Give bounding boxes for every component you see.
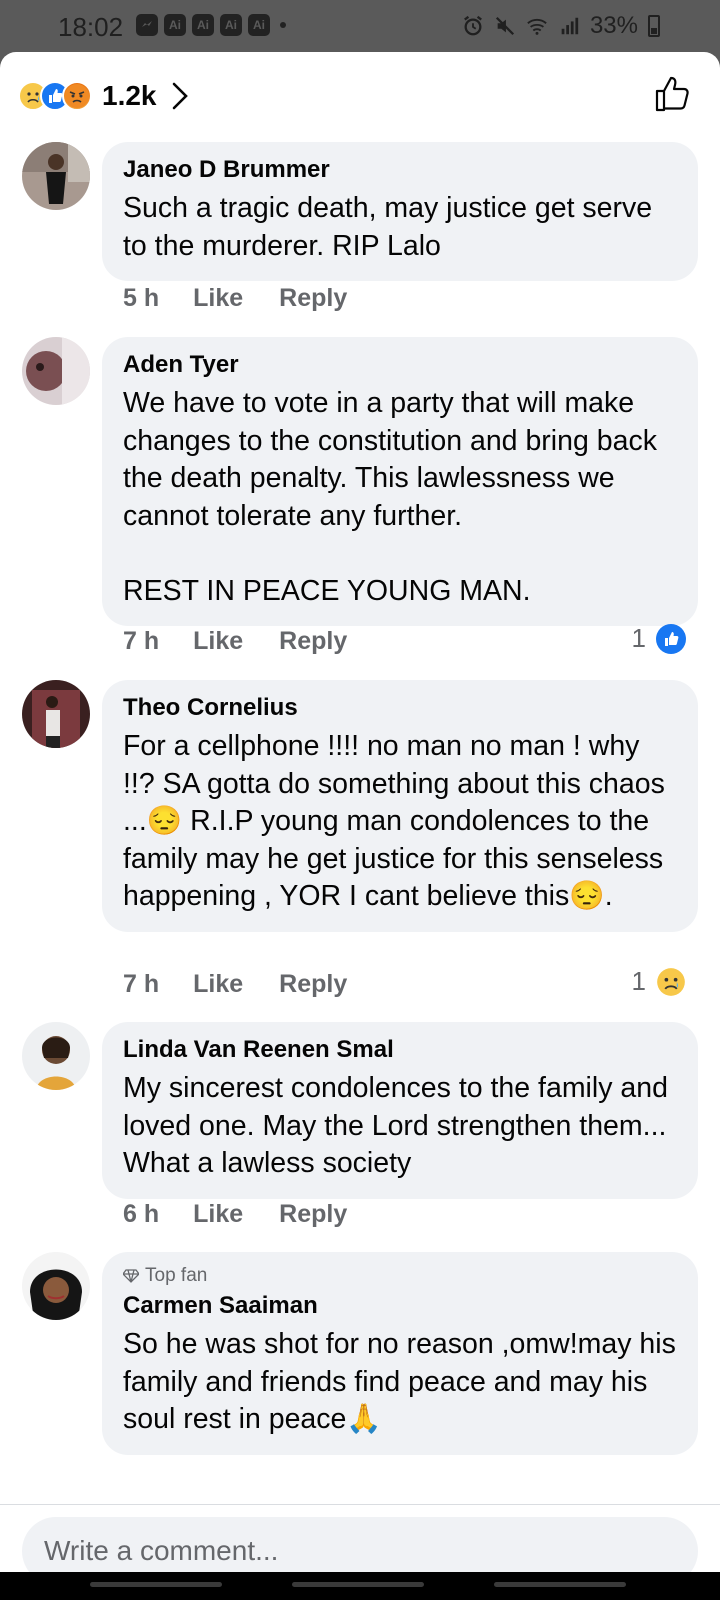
comment-bubble[interactable]: Aden Tyer We have to vote in a party tha… — [102, 337, 698, 626]
comment-bubble[interactable]: Theo Cornelius For a cellphone !!!! no m… — [102, 680, 698, 932]
chevron-right-icon — [172, 82, 188, 110]
notification-icons: Ai Ai Ai Ai — [136, 14, 286, 36]
like-outline-icon[interactable] — [652, 74, 692, 114]
avatar[interactable] — [22, 337, 90, 405]
diamond-icon — [123, 1269, 139, 1283]
avatar[interactable] — [22, 142, 90, 210]
comment-actions: 6 h Like Reply — [123, 1200, 347, 1229]
signal-icon — [561, 17, 579, 35]
avatar[interactable] — [22, 1022, 90, 1090]
comment-bubble[interactable]: Linda Van Reenen Smal My sincerest condo… — [102, 1022, 698, 1199]
comment-age: 6 h — [123, 1200, 160, 1228]
comment-actions: 7 h Like Reply — [123, 627, 347, 656]
comment-text: So he was shot for no reason ,omw!may hi… — [123, 1328, 684, 1435]
home-button[interactable] — [292, 1582, 424, 1587]
avatar[interactable] — [22, 680, 90, 748]
back-button[interactable] — [494, 1582, 626, 1587]
commenter-name[interactable]: Linda Van Reenen Smal — [123, 1036, 678, 1064]
angry-reaction-icon — [62, 81, 92, 111]
ai-app-icon: Ai — [248, 14, 270, 36]
like-reaction-icon — [656, 623, 686, 654]
comment-actions: 5 h Like Reply — [123, 284, 347, 313]
battery-percent: 33% — [589, 12, 638, 39]
commenter-name[interactable]: Janeo D Brummer — [123, 156, 678, 184]
more-notifications-dot — [280, 22, 286, 28]
system-nav-bar — [0, 1572, 720, 1600]
top-fan-badge: Top fan — [123, 1264, 678, 1288]
reaction-count: 1.2k — [102, 80, 157, 111]
clock: 18:02 — [58, 12, 124, 42]
commenter-name[interactable]: Theo Cornelius — [123, 694, 678, 722]
ai-app-icon: Ai — [220, 14, 242, 36]
comment-input[interactable]: Write a comment... — [22, 1517, 698, 1572]
reactions-summary[interactable]: 1.2k — [18, 76, 189, 116]
comment-reaction-count: 1 — [631, 966, 646, 996]
alarm-icon — [464, 15, 482, 36]
comment-actions: 7 h Like Reply — [123, 970, 347, 999]
avatar[interactable] — [22, 1252, 90, 1320]
commenter-name[interactable]: Aden Tyer — [123, 351, 678, 379]
reply-button[interactable]: Reply — [279, 284, 347, 313]
sad-reaction-icon — [656, 967, 686, 997]
comment-text: My sincerest condolences to the family a… — [123, 1072, 676, 1179]
like-button[interactable]: Like — [193, 970, 243, 999]
comment-text: For a cellphone !!!! no man no man ! why… — [123, 730, 673, 912]
composer-divider — [0, 1504, 720, 1505]
status-bar: 18:02 Ai Ai Ai Ai 33% — [0, 0, 720, 52]
commenter-name[interactable]: Carmen Saaiman — [123, 1292, 678, 1320]
like-button[interactable]: Like — [193, 1200, 243, 1229]
comment-age: 5 h — [123, 284, 160, 312]
mute-icon — [495, 16, 515, 36]
reply-button[interactable]: Reply — [279, 627, 347, 656]
comment-age: 7 h — [123, 627, 160, 655]
comment-text: Such a tragic death, may justice get ser… — [123, 192, 661, 262]
system-icons: 33% — [462, 12, 660, 40]
reply-button[interactable]: Reply — [279, 1200, 347, 1229]
comment-input-placeholder: Write a comment... — [44, 1535, 279, 1566]
comment-reaction-count: 1 — [631, 623, 646, 653]
wifi-icon — [527, 18, 547, 35]
reply-button[interactable]: Reply — [279, 970, 347, 999]
comment-bubble[interactable]: Top fan Carmen Saaiman So he was shot fo… — [102, 1252, 698, 1455]
comment-text: We have to vote in a party that will mak… — [123, 387, 657, 607]
comment-reactions[interactable]: 1 — [632, 623, 686, 654]
recent-apps-button[interactable] — [90, 1582, 222, 1587]
comment-bubble[interactable]: Janeo D Brummer Such a tragic death, may… — [102, 142, 698, 281]
like-button[interactable]: Like — [193, 284, 243, 313]
ai-app-icon: Ai — [164, 14, 186, 36]
comment-reactions[interactable]: 1 — [632, 966, 686, 997]
messenger-icon — [136, 14, 158, 36]
battery-icon — [648, 15, 660, 37]
ai-app-icon: Ai — [192, 14, 214, 36]
like-button[interactable]: Like — [193, 627, 243, 656]
comment-age: 7 h — [123, 970, 160, 998]
comments-sheet: 1.2k Janeo D Brummer Such a tragic death… — [0, 52, 720, 1572]
badge-label: Top fan — [145, 1265, 208, 1286]
